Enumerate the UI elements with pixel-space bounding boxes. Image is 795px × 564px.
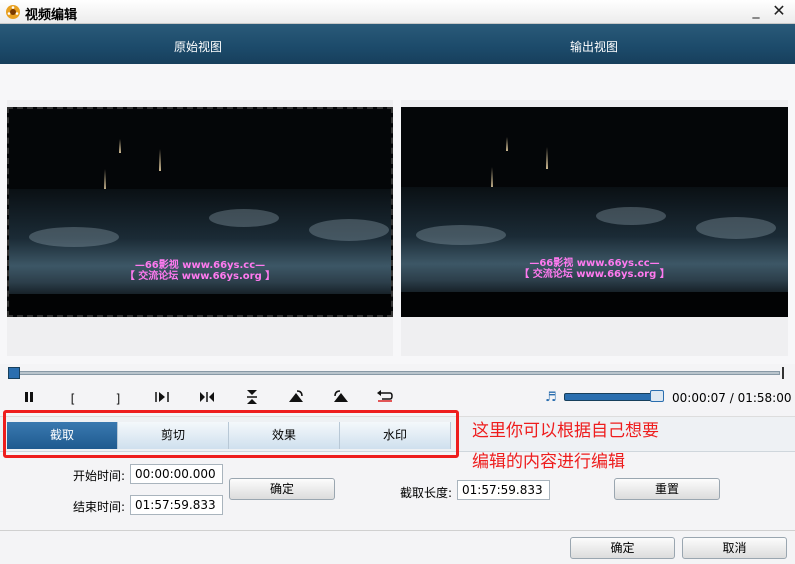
tab-cut[interactable]: 剪切 (118, 422, 229, 449)
original-video-frame[interactable]: —66影视 www.66ys.cc— 【 交流论坛 www.66ys.org 】 (7, 107, 393, 317)
tab-watermark[interactable]: 水印 (340, 422, 451, 449)
output-view-label: 输出视图 (570, 40, 619, 54)
next-frame-button[interactable] (152, 389, 172, 409)
trim-confirm-button[interactable]: 确定 (229, 478, 335, 500)
annotation-line2: 编辑的内容进行编辑 (472, 452, 625, 472)
split-horizontal-button[interactable] (197, 389, 217, 409)
undo-button[interactable] (375, 389, 395, 409)
edit-tab-bar: 截取 剪切 效果 水印 (0, 416, 795, 452)
volume-knob[interactable] (650, 390, 664, 402)
original-video-panel: —66影视 www.66ys.cc— 【 交流论坛 www.66ys.org 】 (7, 100, 393, 356)
timeline-slider[interactable] (8, 367, 788, 379)
rotate-right-button[interactable] (286, 389, 306, 409)
annotation-line1: 这里你可以根据自己想要 (472, 421, 659, 441)
rotate-right-icon (289, 390, 303, 402)
split-vertical-icon (247, 390, 257, 404)
video-watermark-line2: 【 交流论坛 www.66ys.org 】 (124, 271, 276, 282)
app-logo-icon (6, 5, 20, 19)
output-video-frame: —66影视 www.66ys.cc— 【 交流论坛 www.66ys.org 】 (401, 107, 788, 317)
rotate-left-button[interactable] (331, 389, 351, 409)
playback-controls: [ ] ♬ 00:00:07 / 01:58:00 (0, 384, 795, 412)
ok-button[interactable]: 确定 (570, 537, 675, 559)
timeline-track[interactable] (14, 371, 780, 375)
title-bar: 视频编辑 _ ✕ (0, 0, 795, 24)
view-header: 原始视图 输出视图 (0, 24, 795, 64)
pause-icon (25, 392, 33, 402)
split-horizontal-icon (200, 392, 214, 402)
start-time-field[interactable] (130, 464, 223, 484)
close-button[interactable]: ✕ (769, 1, 789, 21)
footer-divider (0, 530, 795, 531)
trim-length-label: 截取长度: (400, 486, 453, 500)
output-video-panel: —66影视 www.66ys.cc— 【 交流论坛 www.66ys.org 】 (401, 100, 788, 356)
timeline-start-handle[interactable] (8, 367, 20, 379)
timeline-end-handle[interactable] (782, 367, 788, 379)
mark-in-button[interactable]: [ (63, 389, 83, 409)
split-vertical-button[interactable] (242, 389, 262, 409)
start-time-label: 开始时间: (73, 469, 126, 483)
rotate-left-icon (334, 390, 348, 402)
end-time-label: 结束时间: (73, 500, 126, 514)
video-edit-window: 视频编辑 _ ✕ 原始视图 输出视图 —66影视 www.66ys.cc— 【 … (0, 0, 795, 564)
step-forward-icon (155, 392, 169, 402)
end-time-field[interactable] (130, 495, 223, 515)
trim-length-field[interactable] (457, 480, 550, 500)
minimize-button[interactable]: _ (746, 1, 766, 21)
original-view-label: 原始视图 (174, 40, 223, 54)
cancel-button[interactable]: 取消 (682, 537, 787, 559)
tab-crop[interactable]: 截取 (7, 422, 118, 449)
pause-button[interactable] (19, 389, 39, 409)
playback-time: 00:00:07 / 01:58:00 (672, 391, 792, 405)
reset-button[interactable]: 重置 (614, 478, 720, 500)
tab-effects[interactable]: 效果 (229, 422, 340, 449)
video-area: —66影视 www.66ys.cc— 【 交流论坛 www.66ys.org 】… (0, 64, 795, 364)
undo-icon (377, 390, 393, 402)
volume-icon[interactable]: ♬ (545, 391, 559, 405)
mark-out-button[interactable]: ] (108, 389, 128, 409)
window-title: 视频编辑 (25, 8, 78, 23)
volume-slider[interactable] (564, 393, 664, 401)
output-watermark-line2: 【 交流论坛 www.66ys.org 】 (519, 269, 670, 280)
